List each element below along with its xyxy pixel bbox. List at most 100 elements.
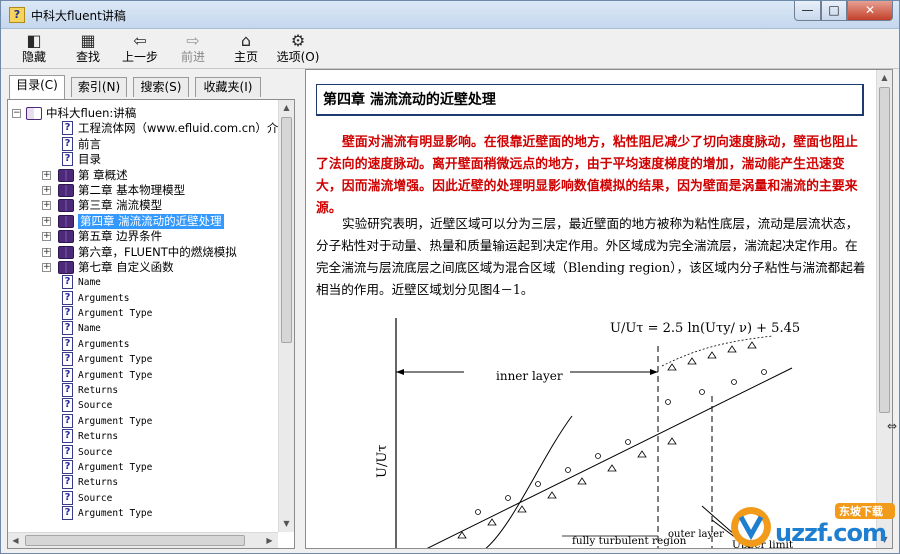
tree-item[interactable]: ? Arguments — [8, 336, 278, 352]
tree-item[interactable]: + 第 章概述 — [8, 168, 278, 183]
minimize-button[interactable]: — — [794, 1, 821, 21]
expand-icon[interactable]: + — [42, 232, 51, 242]
closed-book-icon — [58, 168, 74, 182]
figure-equation: U/Uτ = 2.5 ln(Uτy/ ν) + 5.45 — [610, 321, 800, 336]
expand-icon[interactable]: + — [42, 201, 51, 211]
tree-item-label: Returns — [78, 385, 119, 397]
expand-icon[interactable]: + — [42, 247, 51, 257]
upper-data-curve — [661, 335, 773, 367]
home-icon: ⌂ — [240, 31, 252, 50]
tree-item[interactable]: ? Argument Type — [8, 352, 278, 367]
expand-icon[interactable]: + — [42, 262, 51, 272]
help-page-icon: ? — [62, 306, 73, 321]
help-page-icon: ? — [62, 459, 73, 474]
tab-search[interactable]: 搜索(S) — [133, 77, 189, 97]
help-page-icon: ? — [62, 413, 73, 428]
tree-item[interactable]: + 第五章 边界条件 — [8, 229, 278, 244]
help-page-icon: ? — [62, 506, 73, 521]
circle-markers — [475, 369, 767, 515]
tab-favorites[interactable]: 收藏夹(I) — [195, 77, 261, 97]
inner-layer-arrowhead-left — [396, 369, 404, 375]
tree-item[interactable]: + 第六章，FLUENT中的燃烧模拟 — [8, 245, 278, 260]
maximize-button[interactable]: □ — [821, 1, 847, 21]
tree-item-label: Argument Type — [78, 461, 153, 473]
tree-item-label: Source — [78, 446, 113, 458]
tree-item[interactable]: ? Returns — [8, 429, 278, 444]
tree-item[interactable]: ? 目录 — [8, 152, 278, 167]
forward-button-label: 前进 — [180, 50, 205, 64]
tree-item[interactable]: + 第四章 湍流流动的近壁处理 — [8, 213, 278, 229]
expand-icon[interactable]: + — [42, 185, 51, 195]
tree-vertical-scrollbar[interactable]: ▲ ▼ — [278, 100, 294, 532]
content-vertical-scrollbar[interactable]: ▲ ▼ — [876, 70, 892, 548]
tree-item[interactable]: ? Source — [8, 490, 278, 506]
tree-item-label: Argument Type — [78, 415, 153, 427]
tree-horizontal-scrollbar[interactable]: ◀ ▶ — [8, 532, 278, 548]
scroll-down-icon[interactable]: ▼ — [279, 516, 294, 531]
tree-item[interactable]: ? Argument Type — [8, 506, 278, 521]
tree-item-label: Source — [78, 400, 113, 412]
scroll-right-icon[interactable]: ▶ — [262, 533, 277, 548]
window-title: 中科大fluent讲稿 — [31, 9, 126, 23]
hide-button[interactable]: ◧ 隐藏 — [9, 32, 59, 68]
watermark-brand: uzzf.com — [775, 519, 887, 547]
tree-item[interactable]: ? 前言 — [8, 136, 278, 152]
tree-item[interactable]: + 第二章 基本物理模型 — [8, 183, 278, 198]
back-arrow-icon: ⇦ — [133, 31, 147, 50]
closed-book-icon — [58, 183, 74, 197]
topic-content-pane: 第四章 湍流流动的近壁处理 壁面对湍流有明显影响。在很靠近壁面的地方，粘性阻尼减… — [305, 69, 893, 549]
tree-item[interactable]: + 第三章 湍流模型 — [8, 198, 278, 213]
body-paragraph: 实验研究表明，近壁区域可以分为三层，最近壁面的地方被称为粘性底层，流动是层流状态… — [316, 216, 866, 297]
splitter-resize-cursor-icon[interactable]: ⇔ — [887, 419, 897, 433]
tree-item[interactable]: ? Name — [8, 275, 278, 290]
locate-icon: ▦ — [80, 31, 96, 50]
locate-button-label: 查找 — [75, 50, 100, 64]
scroll-up-icon[interactable]: ▲ — [279, 100, 294, 115]
tree-item-label: 工程流体网（www.efluid.com.cn）介 — [78, 121, 279, 136]
contents-tree-panel: − 中科大fluen:讲稿? 工程流体网（www.efluid.com.cn）介? 前… — [7, 99, 295, 549]
content-scroll-thumb[interactable] — [879, 87, 890, 413]
title-bar[interactable]: ? 中科大fluent讲稿 — □ ✕ — [1, 1, 899, 29]
help-page-icon: ? — [62, 336, 73, 351]
viscous-sublayer-curve — [485, 415, 573, 548]
tree-item[interactable]: ? Argument Type — [8, 459, 278, 475]
help-page-icon: ? — [62, 490, 73, 505]
nav-tabs: 目录(C) 索引(N) 搜索(S) 收藏夹(I) — [7, 75, 295, 99]
forward-button[interactable]: ⇨ 前进 — [168, 32, 218, 68]
expand-icon[interactable]: + — [42, 170, 51, 180]
tree-item[interactable]: ? Argument Type — [8, 306, 278, 321]
content-scroll-up-icon[interactable]: ▲ — [877, 70, 892, 85]
close-button[interactable]: ✕ — [847, 1, 893, 21]
tree-item-label: Argument Type — [78, 354, 153, 366]
tree-item[interactable]: ? Returns — [8, 383, 278, 398]
tree-item[interactable]: ? 工程流体网（www.efluid.com.cn）介 — [8, 121, 278, 136]
tree-item[interactable]: ? Source — [8, 444, 278, 460]
fully-turbulent-label: fully turbulent region — [572, 535, 687, 547]
tree-item[interactable]: + 第七章 自定义函数 — [8, 260, 278, 275]
help-page-icon: ? — [62, 152, 73, 167]
scroll-left-icon[interactable]: ◀ — [8, 533, 23, 548]
tree-hscroll-thumb[interactable] — [25, 535, 245, 546]
options-icon: ⚙ — [290, 31, 306, 50]
locate-button[interactable]: ▦ 查找 — [63, 32, 113, 68]
options-button[interactable]: ⚙ 选项(O) — [273, 32, 323, 68]
tab-index[interactable]: 索引(N) — [71, 77, 127, 97]
tree-scroll-thumb[interactable] — [281, 117, 292, 343]
back-button[interactable]: ⇦ 上一步 — [115, 32, 165, 68]
expand-icon[interactable]: + — [42, 216, 51, 226]
tree-item[interactable]: ? Name — [8, 321, 278, 336]
tab-contents[interactable]: 目录(C) — [9, 75, 65, 99]
tree-item[interactable]: ? Source — [8, 398, 278, 413]
help-page-icon: ? — [62, 321, 73, 336]
tree-item-label: Argument Type — [78, 369, 153, 381]
tree-item[interactable]: − 中科大fluen:讲稿 — [8, 106, 278, 121]
tree-item[interactable]: ? Arguments — [8, 290, 278, 306]
tree-item[interactable]: ? Argument Type — [8, 367, 278, 383]
tree-item[interactable]: ? Returns — [8, 475, 278, 490]
collapse-icon[interactable]: − — [12, 109, 21, 118]
tree-item-label: Returns — [78, 431, 119, 443]
help-page-icon: ? — [62, 475, 73, 490]
help-window: ? 中科大fluent讲稿 — □ ✕ ◧ 隐藏 ▦ 查找 ⇦ 上一步 ⇨ 前进… — [0, 0, 900, 554]
home-button[interactable]: ⌂ 主页 — [221, 32, 271, 68]
tree-item[interactable]: ? Argument Type — [8, 413, 278, 429]
